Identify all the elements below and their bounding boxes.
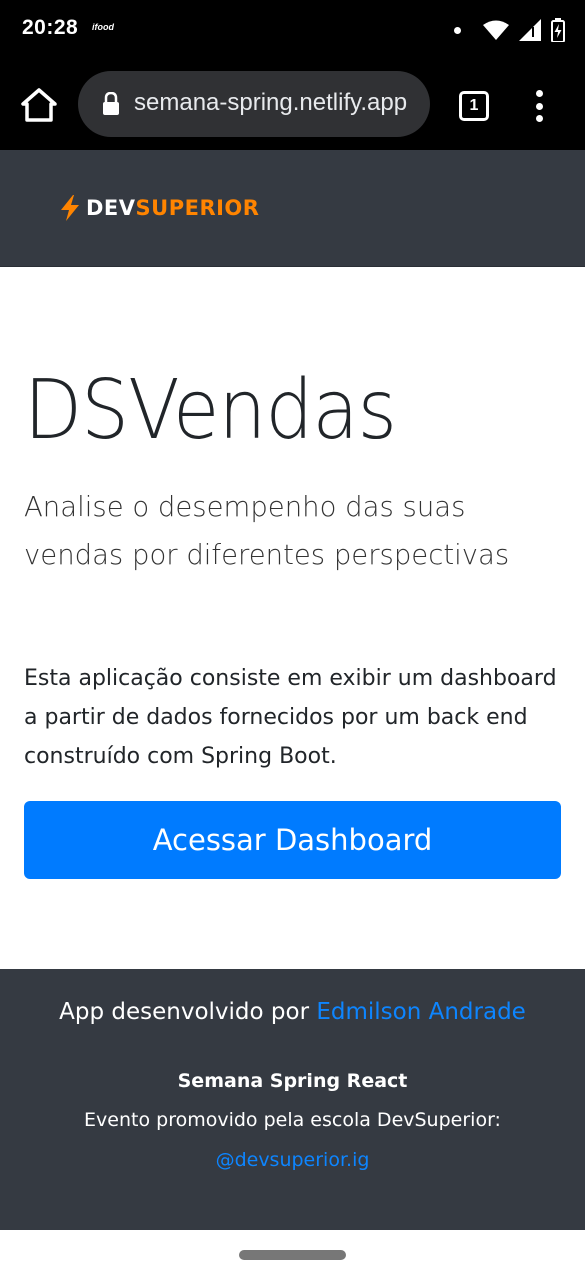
instagram-link[interactable]: @devsuperior.ig	[0, 1149, 585, 1171]
footer-developed-by: App desenvolvido por	[59, 999, 310, 1025]
gesture-handle[interactable]	[239, 1250, 346, 1260]
description-text: Esta aplicação consiste em exibir um das…	[24, 666, 557, 769]
tabs-button[interactable]: 1	[459, 91, 489, 121]
status-time: 20:28	[22, 16, 79, 39]
footer-credits: App desenvolvido por Edmilson Andrade	[0, 999, 585, 1025]
page-title: DSVendas	[24, 363, 397, 458]
event-description: Evento promovido pela escola DevSuperior…	[84, 1109, 501, 1131]
developer-link[interactable]: Edmilson Andrade	[316, 999, 525, 1025]
dot-icon	[454, 26, 461, 34]
status-icons	[454, 18, 565, 42]
ifood-notification-icon: ifood	[92, 22, 114, 32]
more-vert-icon[interactable]	[532, 90, 546, 122]
system-nav-bar	[0, 1230, 585, 1280]
wifi-icon	[483, 20, 509, 40]
site-header: DEVSUPERIOR	[0, 150, 585, 267]
devsuperior-logo[interactable]: DEVSUPERIOR	[60, 195, 259, 221]
signal-icon	[519, 19, 541, 41]
event-title: Semana Spring React	[177, 1070, 408, 1092]
access-dashboard-button[interactable]: Acessar Dashboard	[24, 801, 561, 879]
browser-toolbar: semana-spring.netlify.app 1	[0, 60, 585, 150]
address-bar[interactable]: semana-spring.netlify.app	[78, 71, 430, 137]
logo-dev-text: DEV	[86, 196, 136, 220]
logo-superior-text: SUPERIOR	[135, 196, 260, 220]
lock-icon	[103, 92, 119, 115]
lightning-bolt-icon	[61, 195, 79, 221]
battery-charging-icon	[551, 18, 565, 42]
url-text[interactable]: semana-spring.netlify.app	[134, 89, 424, 117]
main-content: DSVendas Analise o desempenho das suas v…	[0, 267, 585, 969]
status-bar: 20:28 ifood	[0, 0, 585, 60]
footer: App desenvolvido por Edmilson Andrade Se…	[0, 969, 585, 1230]
lead-text: Analise o desempenho das suas vendas por…	[24, 491, 510, 571]
home-icon[interactable]	[20, 86, 58, 124]
